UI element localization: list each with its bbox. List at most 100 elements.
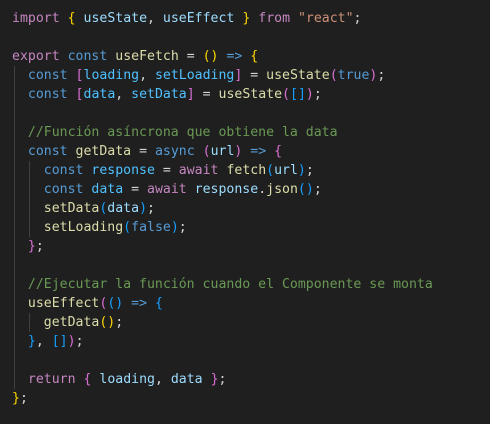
code-token: await <box>178 163 219 178</box>
code-token: { <box>155 296 163 311</box>
code-token: ( <box>329 68 338 83</box>
code-token: const <box>43 182 84 197</box>
indent-guide <box>14 370 15 389</box>
code-token: ) <box>67 334 76 349</box>
code-token: false <box>131 220 171 235</box>
code-token: ] <box>186 87 195 102</box>
code-line[interactable]: const [loading, setLoading] = useState(t… <box>0 66 490 85</box>
code-line[interactable]: }, []); <box>0 332 490 351</box>
indent-guide <box>14 66 15 85</box>
code-editor[interactable]: import { useState, useEffect } from "rea… <box>0 0 490 424</box>
code-token: , <box>35 334 52 349</box>
code-token: ; <box>353 11 362 26</box>
code-token: ; <box>377 68 386 83</box>
code-token: ) <box>170 220 179 235</box>
code-token: ; <box>19 391 28 406</box>
code-line[interactable] <box>0 28 490 47</box>
code-line[interactable]: const response = await fetch(url); <box>0 161 490 180</box>
indent-guide <box>14 104 15 123</box>
code-line[interactable]: useEffect(() => { <box>0 294 490 313</box>
code-token: [] <box>290 87 306 102</box>
code-token: //Ejecutar la función cuando el Componen… <box>27 277 433 292</box>
code-token: } <box>27 334 36 349</box>
code-token: await <box>147 182 187 197</box>
code-line[interactable]: import { useState, useEffect } from "rea… <box>0 9 490 28</box>
indent-guide <box>14 85 15 104</box>
indent-guide <box>14 199 15 218</box>
code-line[interactable]: setLoading(false); <box>0 218 490 237</box>
code-token: ; <box>75 334 84 349</box>
code-token: , <box>139 68 155 83</box>
code-token: getData <box>43 315 100 330</box>
code-token: export <box>12 49 60 64</box>
code-token: url <box>210 144 235 159</box>
code-line[interactable]: const getData = async (url) => { <box>0 142 490 161</box>
code-line[interactable]: //Función asíncrona que obtiene la data <box>0 123 490 142</box>
code-token: "react" <box>297 11 354 26</box>
code-line[interactable] <box>0 104 490 123</box>
code-line[interactable] <box>0 256 490 275</box>
indent-guide <box>14 142 15 161</box>
code-token: data <box>83 87 116 102</box>
indent-guide <box>29 180 30 199</box>
code-token: true <box>337 68 370 83</box>
code-token: ( <box>282 87 290 102</box>
code-token: const <box>67 49 108 64</box>
code-token: loading <box>83 68 140 83</box>
code-token: useState <box>266 68 330 83</box>
code-line[interactable]: getData(); <box>0 313 490 332</box>
code-token: ) <box>139 201 148 216</box>
code-token: => <box>250 144 267 159</box>
indent-guide <box>14 332 15 351</box>
code-token: setData <box>43 201 100 216</box>
code-token: const <box>27 144 68 159</box>
code-token: = <box>131 144 155 159</box>
code-line[interactable]: }; <box>0 237 490 256</box>
indent-guide <box>29 313 30 332</box>
code-token: = <box>154 163 179 178</box>
code-token: ) <box>297 163 306 178</box>
indent-guide <box>14 313 15 332</box>
code-token: data <box>170 372 203 387</box>
code-line[interactable]: setData(data); <box>0 199 490 218</box>
code-token: , <box>154 372 171 387</box>
code-token: data <box>107 201 140 216</box>
code-token: loading <box>99 372 155 387</box>
code-line[interactable]: //Ejecutar la función cuando el Componen… <box>0 275 490 294</box>
code-token: ( <box>266 163 275 178</box>
code-token: useEffect <box>27 296 100 311</box>
code-token: setLoading <box>154 68 235 83</box>
code-token: setData <box>131 87 187 102</box>
indent-guide <box>14 256 15 275</box>
code-line[interactable]: export const useFetch = () => { <box>0 47 490 66</box>
code-line[interactable]: const [data, setData] = useState([]); <box>0 85 490 104</box>
code-token: } <box>210 372 219 387</box>
code-line[interactable] <box>0 351 490 370</box>
code-token: ; <box>35 239 44 254</box>
code-token: [ <box>75 87 84 102</box>
code-token: [] <box>51 334 68 349</box>
code-token: useState <box>218 87 283 102</box>
code-token: ; <box>218 372 227 387</box>
code-line[interactable]: const data = await response.json(); <box>0 180 490 199</box>
indent-guide <box>14 161 15 180</box>
code-line[interactable]: }; <box>0 389 490 408</box>
code-token: useEffect <box>162 11 235 26</box>
code-line[interactable]: return { loading, data }; <box>0 370 490 389</box>
code-token: json <box>266 182 298 197</box>
indent-guide <box>14 275 15 294</box>
code-token: ; <box>147 201 155 216</box>
